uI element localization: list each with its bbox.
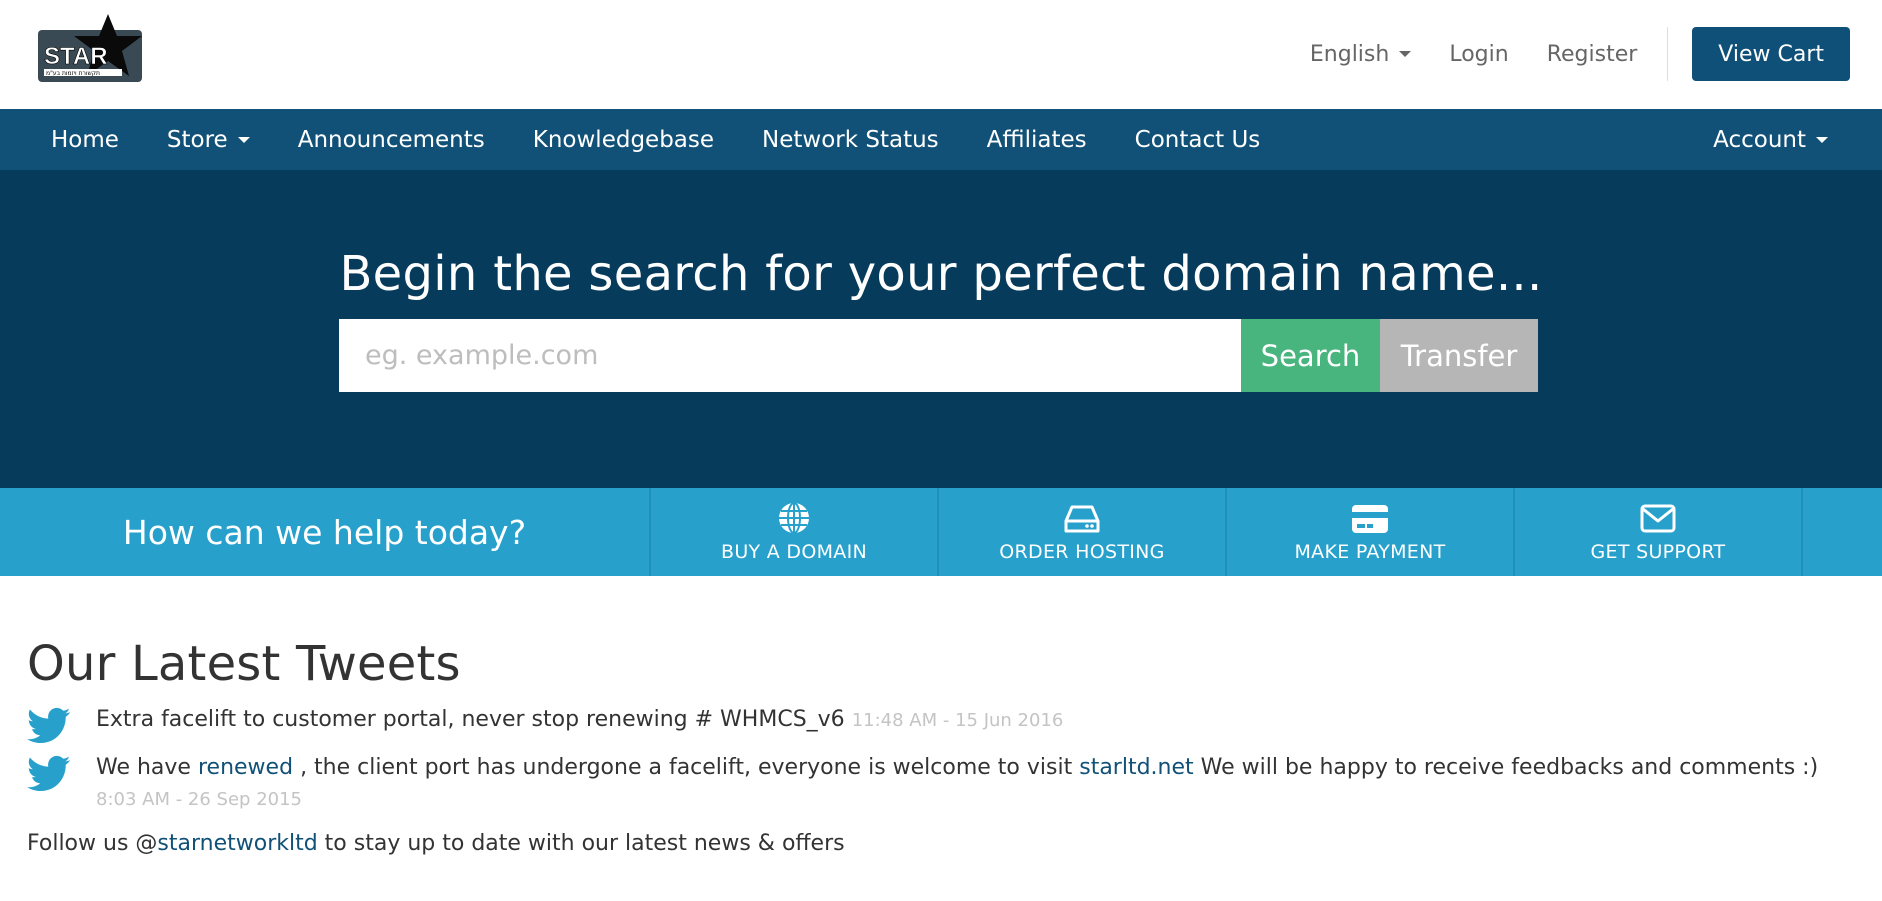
chevron-down-icon [237, 136, 250, 143]
tweets-title: Our Latest Tweets [27, 636, 461, 692]
tweet-link-renewed[interactable]: renewed [198, 755, 293, 780]
header-divider [1667, 27, 1669, 81]
tweet-item: We have renewed , the client port has un… [27, 752, 1857, 815]
twitter-icon [27, 707, 71, 744]
nav-item-account[interactable]: Account [1689, 109, 1882, 170]
language-label: English [1309, 41, 1390, 67]
twitter-icon [27, 755, 71, 792]
tweet-timestamp: 8:03 AM - 26 Sep 2015 [96, 789, 303, 810]
site-header: STAR תקשורת ויזמות בע"מ English Login Re… [0, 0, 1882, 109]
chevron-down-icon [1399, 51, 1412, 57]
nav-item-home[interactable]: Home [0, 109, 143, 170]
get-support-button[interactable]: GET SUPPORT [1515, 488, 1803, 576]
order-hosting-label: ORDER HOSTING [999, 541, 1165, 563]
domain-search-input[interactable] [339, 319, 1241, 392]
nav-item-affiliates[interactable]: Affiliates [963, 109, 1111, 170]
top-links: English Login Register View Cart [1310, 26, 1850, 82]
order-hosting-button[interactable]: ORDER HOSTING [939, 488, 1227, 576]
nav-item-store[interactable]: Store [143, 109, 274, 170]
help-title: How can we help today? [0, 488, 651, 576]
transfer-button[interactable]: Transfer [1380, 319, 1538, 392]
chevron-down-icon [1816, 136, 1828, 143]
help-strip: How can we help today? BUY A DOMAIN ORDE… [0, 488, 1882, 576]
buy-domain-label: BUY A DOMAIN [720, 541, 868, 563]
logo-subtext: תקשורת ויזמות בע"מ [46, 70, 100, 77]
make-payment-label: MAKE PAYMENT [1294, 541, 1446, 563]
nav-item-account-label: Account [1713, 126, 1806, 153]
follow-text: Follow us @ [27, 831, 158, 856]
logo-text: STAR [44, 43, 108, 70]
language-dropdown[interactable]: English [1309, 41, 1412, 67]
globe-icon [779, 502, 809, 534]
get-support-label: GET SUPPORT [1590, 541, 1726, 563]
twitter-handle-link[interactable]: starnetworkltd [157, 831, 317, 856]
tweet-text: Extra facelift to customer portal, never… [96, 707, 845, 732]
search-button[interactable]: Search [1241, 319, 1380, 392]
domain-search-form: Search Transfer [339, 319, 1538, 392]
nav-item-store-label: Store [166, 126, 228, 153]
server-icon [1064, 505, 1100, 533]
star-logo[interactable]: STAR תקשורת ויזמות בע"מ [36, 14, 154, 92]
hero-title: Begin the search for your perfect domain… [339, 246, 1543, 302]
buy-domain-button[interactable]: BUY A DOMAIN [651, 488, 939, 576]
tweet-item: Extra facelift to customer portal, never… [27, 704, 1857, 744]
tweet-link-starltd[interactable]: starltd.net [1079, 755, 1193, 780]
nav-item-announcements[interactable]: Announcements [274, 109, 509, 170]
tweet-text: We will be happy to receive feedbacks an… [1200, 755, 1819, 780]
nav-item-knowledgebase[interactable]: Knowledgebase [509, 109, 738, 170]
tweet-timestamp: 11:48 AM - 15 Jun 2016 [851, 710, 1064, 731]
view-cart-button[interactable]: View Cart [1692, 27, 1850, 81]
latest-tweets-section: Our Latest Tweets Extra facelift to cust… [27, 636, 1857, 856]
make-payment-button[interactable]: MAKE PAYMENT [1227, 488, 1515, 576]
domain-search-hero: Begin the search for your perfect domain… [0, 170, 1882, 488]
credit-card-icon [1352, 505, 1388, 533]
login-link[interactable]: Login [1449, 42, 1508, 67]
envelope-icon [1640, 504, 1676, 533]
nav-item-network-status[interactable]: Network Status [738, 109, 963, 170]
follow-us-line: Follow us @starnetworkltd to stay up to … [27, 831, 1857, 856]
follow-text: to stay up to date with our latest news … [317, 831, 845, 856]
main-nav: Home Store Announcements Knowledgebase N… [0, 109, 1882, 170]
nav-item-contact-us[interactable]: Contact Us [1111, 109, 1285, 170]
register-link[interactable]: Register [1547, 42, 1638, 67]
tweet-text: , the client port has undergone a faceli… [300, 755, 1073, 780]
tweet-text: We have [96, 755, 191, 780]
